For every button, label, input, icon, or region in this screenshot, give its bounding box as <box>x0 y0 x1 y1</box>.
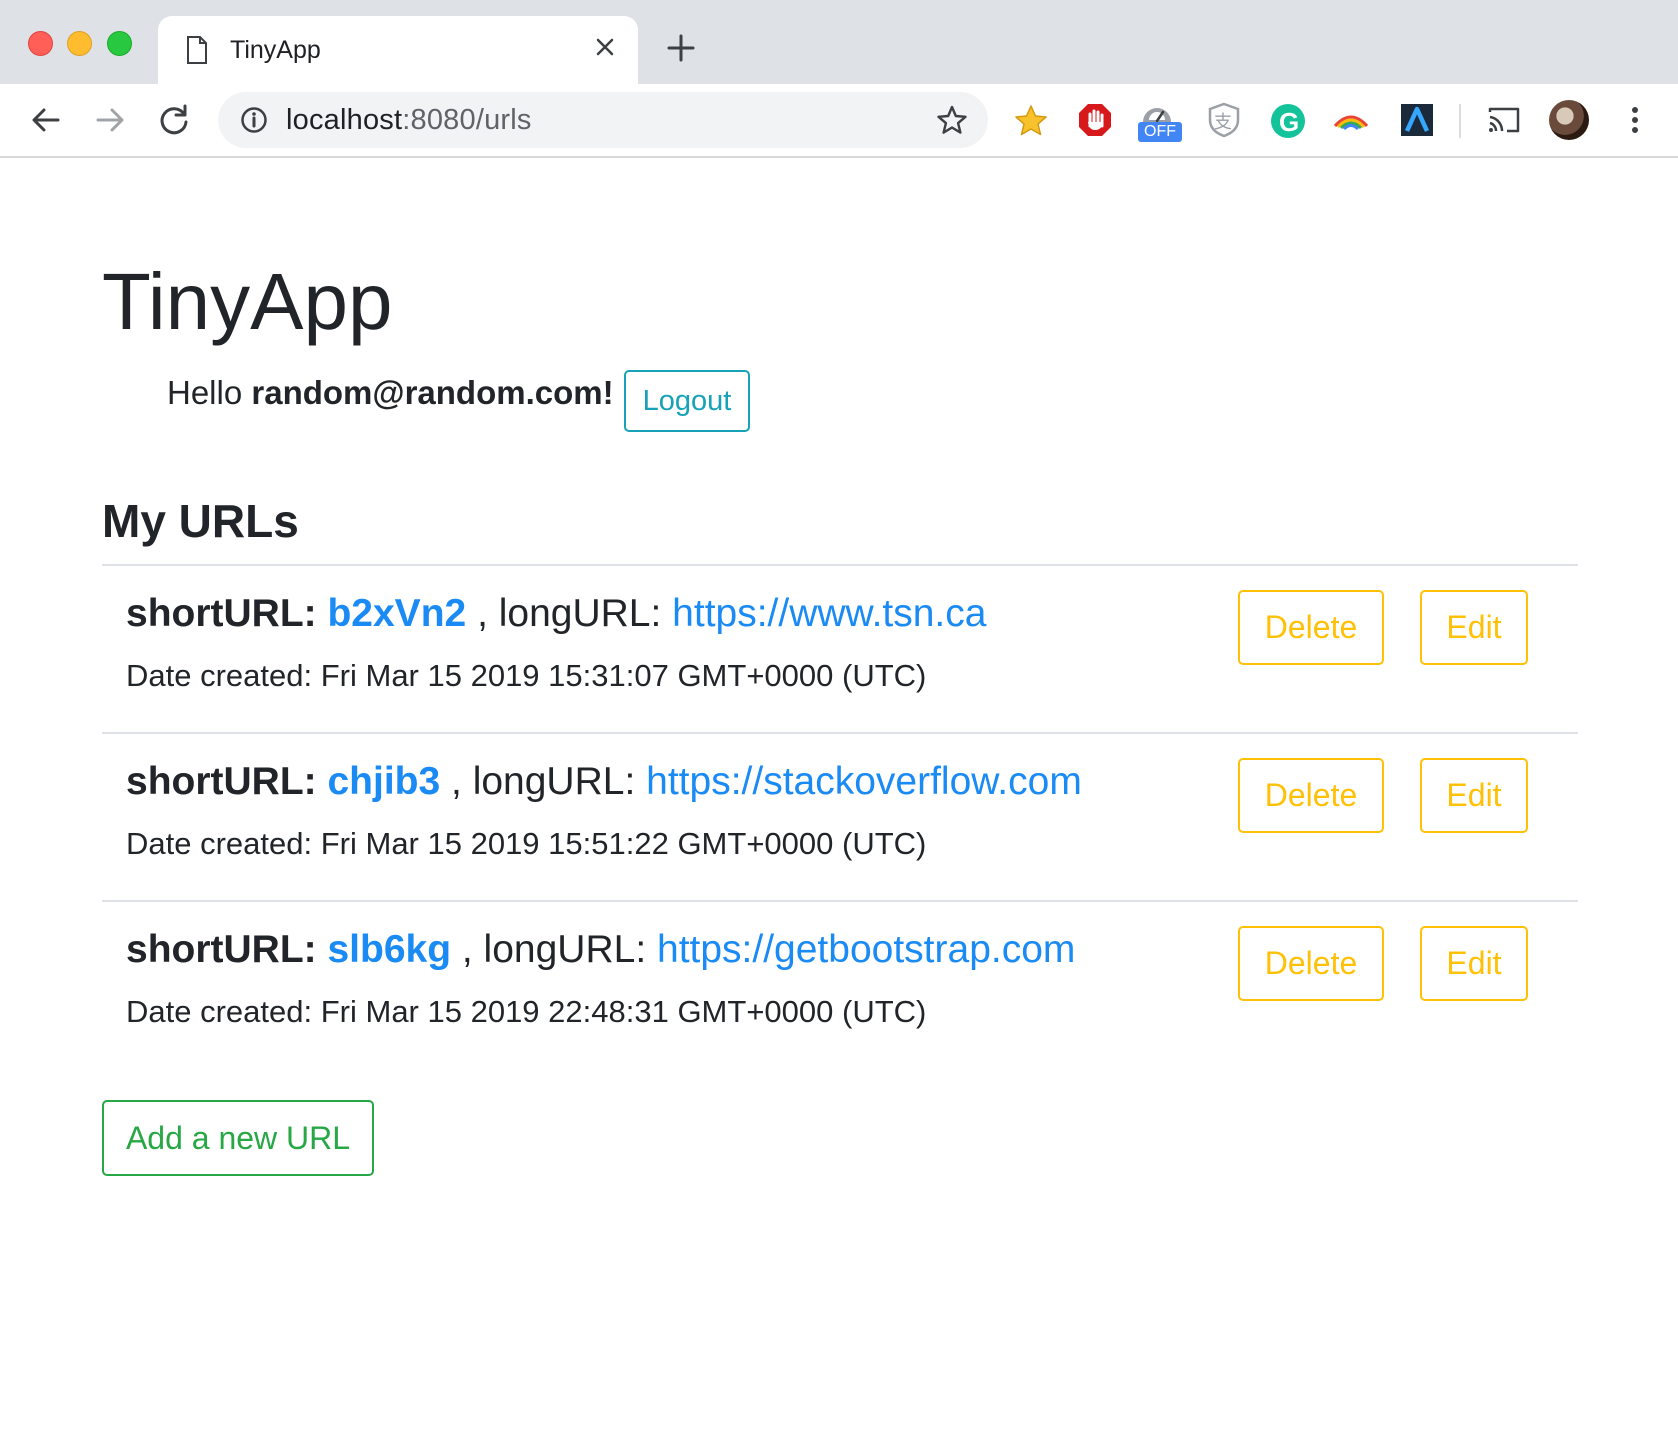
long-url-label: , longURL: <box>477 592 662 635</box>
edit-button[interactable]: Edit <box>1420 758 1528 833</box>
cast-icon[interactable] <box>1485 100 1523 140</box>
reload-icon[interactable] <box>156 102 192 138</box>
short-url-label: shortURL: <box>126 592 317 635</box>
page-title: TinyApp <box>102 257 393 346</box>
rainbow-icon[interactable] <box>1332 100 1370 140</box>
new-tab-icon[interactable] <box>665 32 697 64</box>
edit-button[interactable]: Edit <box>1420 926 1528 1001</box>
long-url-label: , longURL: <box>461 928 647 971</box>
shield-icon[interactable]: 支 <box>1205 100 1243 140</box>
short-url-link[interactable]: chjib3 <box>327 760 440 803</box>
minimize-window-button[interactable] <box>67 31 92 56</box>
short-url-label: shortURL: <box>126 760 317 803</box>
url-path: :8080/urls <box>402 104 532 136</box>
tab-tinyapp[interactable]: TinyApp <box>158 16 638 84</box>
date-label: Date created: <box>126 826 313 861</box>
date-value: Fri Mar 15 2019 15:51:22 GMT+0000 (UTC) <box>320 826 927 861</box>
greeting-prefix: Hello <box>167 374 243 411</box>
user-email: random@random.com! <box>251 374 614 411</box>
toolbar-divider <box>1459 104 1461 138</box>
grammarly-icon[interactable]: G <box>1269 100 1307 140</box>
a-logo-icon[interactable] <box>1398 100 1436 140</box>
star-extension-icon[interactable] <box>1012 100 1050 140</box>
date-created: Date created: Fri Mar 15 2019 22:48:31 G… <box>126 994 926 1030</box>
date-value: Fri Mar 15 2019 15:31:07 GMT+0000 (UTC) <box>320 658 927 693</box>
edit-button[interactable]: Edit <box>1420 590 1528 665</box>
section-title: My URLs <box>102 495 299 547</box>
date-created: Date created: Fri Mar 15 2019 15:31:07 G… <box>126 658 926 694</box>
off-badge: OFF <box>1138 122 1182 142</box>
short-url-link[interactable]: b2xVn2 <box>327 592 466 635</box>
back-arrow-icon[interactable] <box>28 102 64 138</box>
long-url-link[interactable]: https://getbootstrap.com <box>657 928 1075 971</box>
maximize-window-button[interactable] <box>107 31 132 56</box>
adblock-icon[interactable] <box>1076 100 1114 140</box>
url-text: localhost:8080/urls <box>286 104 532 137</box>
delete-button[interactable]: Delete <box>1238 758 1384 833</box>
short-url-label: shortURL: <box>126 928 317 971</box>
browser-toolbar: localhost:8080/urls OFF 支 G <box>0 84 1678 158</box>
grammarly-char: G <box>1279 107 1300 137</box>
address-bar[interactable]: localhost:8080/urls <box>218 92 988 148</box>
forward-arrow-icon[interactable] <box>92 102 128 138</box>
long-url-label: , longURL: <box>451 760 636 803</box>
bookmark-star-icon[interactable] <box>936 104 968 136</box>
shield-char: 支 <box>1214 112 1232 133</box>
more-menu-icon[interactable] <box>1620 102 1650 138</box>
date-label: Date created: <box>126 658 313 693</box>
document-icon <box>187 36 207 64</box>
list-item: shortURL: b2xVn2 , longURL: https://www.… <box>102 564 1578 732</box>
url-line: shortURL: slb6kg , longURL: https://getb… <box>126 928 1075 972</box>
long-url-link[interactable]: https://stackoverflow.com <box>646 760 1082 803</box>
delete-button[interactable]: Delete <box>1238 590 1384 665</box>
date-created: Date created: Fri Mar 15 2019 15:51:22 G… <box>126 826 926 862</box>
add-url-button[interactable]: Add a new URL <box>102 1100 374 1176</box>
tab-title: TinyApp <box>230 36 321 64</box>
close-icon[interactable] <box>590 32 620 62</box>
url-line: shortURL: chjib3 , longURL: https://stac… <box>126 760 1082 804</box>
date-value: Fri Mar 15 2019 22:48:31 GMT+0000 (UTC) <box>320 994 927 1029</box>
profile-avatar[interactable] <box>1549 100 1589 140</box>
greeting: Hello random@random.com! <box>167 374 614 412</box>
url-list: shortURL: b2xVn2 , longURL: https://www.… <box>102 564 1578 1068</box>
date-label: Date created: <box>126 994 313 1029</box>
delete-button[interactable]: Delete <box>1238 926 1384 1001</box>
close-window-button[interactable] <box>28 31 53 56</box>
tab-strip: TinyApp <box>0 0 1678 84</box>
url-line: shortURL: b2xVn2 , longURL: https://www.… <box>126 592 986 636</box>
logout-button[interactable]: Logout <box>624 370 750 432</box>
short-url-link[interactable]: slb6kg <box>327 928 451 971</box>
list-item: shortURL: slb6kg , longURL: https://getb… <box>102 900 1578 1068</box>
url-host: localhost <box>286 104 403 136</box>
list-item: shortURL: chjib3 , longURL: https://stac… <box>102 732 1578 900</box>
off-badge-icon[interactable]: OFF <box>1138 100 1182 142</box>
info-icon[interactable] <box>240 106 268 134</box>
long-url-link[interactable]: https://www.tsn.ca <box>672 592 986 635</box>
